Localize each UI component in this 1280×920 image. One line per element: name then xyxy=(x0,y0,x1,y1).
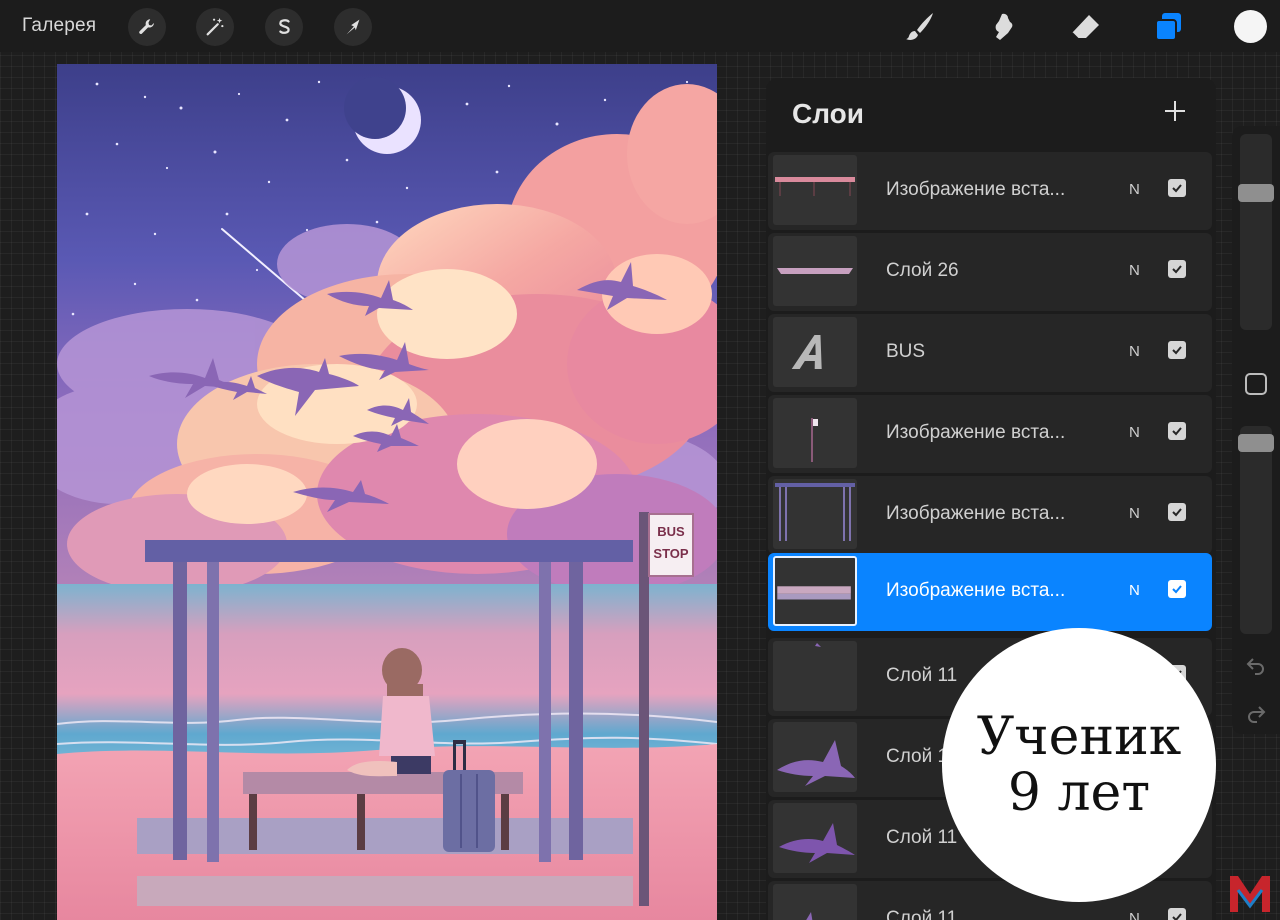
visibility-checkbox[interactable] xyxy=(1168,179,1186,197)
layer-name: Изображение вста... xyxy=(886,503,1066,524)
layer-thumbnail xyxy=(773,803,857,873)
layer-thumbnail xyxy=(773,155,857,225)
layer-name: Слой 11 xyxy=(886,908,958,920)
blend-mode-button[interactable]: N xyxy=(1129,343,1140,360)
layer-row[interactable]: Слой 26 N xyxy=(768,233,1212,311)
badge-line-2: 9 лет xyxy=(1007,763,1151,823)
layer-name: Слой 11 xyxy=(886,827,958,848)
blend-mode-button[interactable]: N xyxy=(1129,910,1140,920)
visibility-checkbox[interactable] xyxy=(1168,580,1186,598)
bus-sign-line1: BUS xyxy=(657,524,685,539)
layer-name: BUS xyxy=(886,341,926,362)
layer-name: Изображение вста... xyxy=(886,179,1066,200)
top-toolbar: Галерея xyxy=(0,0,1280,52)
smudge-icon[interactable] xyxy=(983,8,1023,46)
opacity-slider[interactable] xyxy=(1240,426,1272,634)
artwork-illustration: BUS STOP xyxy=(57,64,717,920)
layer-name: Слой 1 xyxy=(886,746,949,767)
layer-name: Изображение вста... xyxy=(886,422,1066,443)
visibility-checkbox[interactable] xyxy=(1168,503,1186,521)
student-age-badge: Ученик 9 лет xyxy=(942,628,1216,902)
plus-icon[interactable] xyxy=(1160,96,1190,126)
side-slider-bar xyxy=(1232,126,1280,734)
blend-mode-button[interactable]: N xyxy=(1129,262,1140,279)
visibility-checkbox[interactable] xyxy=(1168,341,1186,359)
drawing-canvas[interactable]: BUS STOP xyxy=(57,64,717,920)
brush-size-knob[interactable] xyxy=(1238,184,1274,202)
badge-line-1: Ученик xyxy=(976,707,1182,767)
gallery-button[interactable]: Галерея xyxy=(22,15,96,37)
layer-row[interactable]: Изображение вста... N xyxy=(768,152,1212,230)
visibility-checkbox[interactable] xyxy=(1168,260,1186,278)
layer-thumbnail xyxy=(773,398,857,468)
brush-icon[interactable] xyxy=(900,8,940,46)
brush-size-slider[interactable] xyxy=(1240,134,1272,330)
blend-mode-button[interactable]: N xyxy=(1129,505,1140,522)
wrench-icon[interactable] xyxy=(128,8,166,46)
layer-name: Изображение вста... xyxy=(886,580,1066,601)
transform-arrow-icon[interactable] xyxy=(334,8,372,46)
layer-row-selected[interactable]: Изображение вста... N xyxy=(768,553,1212,631)
layer-thumbnail xyxy=(773,641,857,711)
visibility-checkbox[interactable] xyxy=(1168,908,1186,920)
text-layer-icon xyxy=(773,317,857,387)
layers-title: Слои xyxy=(792,98,864,129)
visibility-checkbox[interactable] xyxy=(1168,422,1186,440)
layer-row[interactable]: Слой 11 N xyxy=(768,881,1212,920)
selection-s-icon[interactable] xyxy=(265,8,303,46)
layer-thumbnail xyxy=(773,556,857,626)
square-icon[interactable] xyxy=(1245,373,1267,395)
layer-thumbnail xyxy=(773,236,857,306)
undo-icon[interactable] xyxy=(1245,654,1267,676)
magic-wand-icon[interactable] xyxy=(196,8,234,46)
layer-row[interactable]: Изображение вста... N xyxy=(768,395,1212,473)
layer-name: Слой 11 xyxy=(886,665,958,686)
bus-sign-line2: STOP xyxy=(653,546,688,561)
blend-mode-button[interactable]: N xyxy=(1129,181,1140,198)
layer-name: Слой 26 xyxy=(886,260,959,281)
m-logo-icon xyxy=(1230,876,1270,912)
color-picker-button[interactable] xyxy=(1234,10,1267,43)
redo-icon[interactable] xyxy=(1245,702,1267,724)
layer-thumbnail xyxy=(773,722,857,792)
opacity-knob[interactable] xyxy=(1238,434,1274,452)
blend-mode-button[interactable]: N xyxy=(1129,424,1140,441)
layer-row[interactable]: BUS N xyxy=(768,314,1212,392)
eraser-icon[interactable] xyxy=(1066,8,1106,46)
layers-icon[interactable] xyxy=(1148,8,1188,46)
layer-row[interactable]: Изображение вста... N xyxy=(768,476,1212,554)
blend-mode-button[interactable]: N xyxy=(1129,582,1140,599)
layer-thumbnail xyxy=(773,479,857,549)
layer-thumbnail xyxy=(773,884,857,920)
